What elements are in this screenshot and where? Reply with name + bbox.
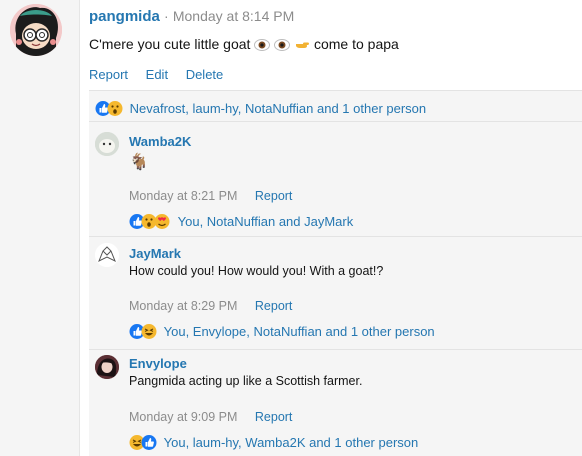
reply-meta: Monday at 9:09 PM Report xyxy=(129,410,292,424)
reply-item: Envylope Pangmida acting up like a Scott… xyxy=(89,349,582,456)
reply-meta: Monday at 8:21 PM Report xyxy=(129,189,292,203)
post-reactions[interactable]: Nevafrost, laum-hy, NotaNuffian and 1 ot… xyxy=(95,100,426,120)
avatar-image xyxy=(10,4,62,56)
report-link[interactable]: Report xyxy=(89,67,128,82)
separator-dot: · xyxy=(164,8,169,24)
post-text-end: come to papa xyxy=(313,36,399,52)
eye-emoji-icon xyxy=(254,38,271,55)
reply-text: How could you! How would you! With a goa… xyxy=(129,264,384,278)
report-link[interactable]: Report xyxy=(255,299,293,313)
reply-item: JayMark How could you! How would you! Wi… xyxy=(89,236,582,346)
reaction-icons xyxy=(95,100,125,120)
reply-timestamp[interactable]: Monday at 9:09 PM xyxy=(129,410,237,424)
reply-reactions[interactable]: You, Envylope, NotaNuffian and 1 other p… xyxy=(129,323,435,343)
reply-reactions[interactable]: You, NotaNuffian and JayMark xyxy=(129,213,353,233)
reaction-icons xyxy=(129,213,173,233)
reply-text: Pangmida acting up like a Scottish farme… xyxy=(129,374,363,388)
reply-author-link[interactable]: Wamba2K xyxy=(129,134,191,149)
post-actions: Report Edit Delete xyxy=(89,67,237,82)
reply-timestamp[interactable]: Monday at 8:29 PM xyxy=(129,299,237,313)
reply-timestamp[interactable]: Monday at 8:21 PM xyxy=(129,189,237,203)
reaction-summary[interactable]: Nevafrost, laum-hy, NotaNuffian and 1 ot… xyxy=(130,101,427,116)
post-text-start: C'mere you cute little goat xyxy=(89,36,255,52)
reply-author-link[interactable]: Envylope xyxy=(129,356,187,371)
avatar[interactable] xyxy=(10,4,62,56)
reply-author-link[interactable]: JayMark xyxy=(129,246,181,261)
reaction-summary[interactable]: You, laum-hy, Wamba2K and 1 other person xyxy=(164,435,419,450)
avatar[interactable] xyxy=(95,243,119,267)
post-message: C'mere you cute little goat come to papa xyxy=(89,36,399,55)
post-author-link[interactable]: pangmida xyxy=(89,8,160,25)
avatar-image xyxy=(95,132,119,156)
avatar-image xyxy=(95,355,119,379)
reply-meta: Monday at 8:29 PM Report xyxy=(129,299,292,313)
avatar-image xyxy=(95,243,119,267)
reaction-summary[interactable]: You, NotaNuffian and JayMark xyxy=(178,214,354,229)
reaction-summary[interactable]: You, Envylope, NotaNuffian and 1 other p… xyxy=(164,324,435,339)
goat-emoji-icon: 🐐 xyxy=(129,154,149,171)
report-link[interactable]: Report xyxy=(255,189,293,203)
reaction-icons xyxy=(129,323,159,343)
eye-emoji-icon xyxy=(274,38,291,55)
reaction-icons xyxy=(129,434,159,454)
replies-panel: Nevafrost, laum-hy, NotaNuffian and 1 ot… xyxy=(89,90,582,456)
edit-link[interactable]: Edit xyxy=(146,67,168,82)
report-link[interactable]: Report xyxy=(255,410,293,424)
pointing-hand-icon xyxy=(294,38,310,55)
post-timestamp[interactable]: Monday at 8:14 PM xyxy=(173,8,294,24)
avatar[interactable] xyxy=(95,355,119,379)
left-rail xyxy=(0,0,80,456)
avatar[interactable] xyxy=(95,132,119,156)
delete-link[interactable]: Delete xyxy=(186,67,224,82)
reply-reactions[interactable]: You, laum-hy, Wamba2K and 1 other person xyxy=(129,434,418,454)
post-header: pangmida · Monday at 8:14 PM xyxy=(89,8,294,25)
reply-item: Wamba2K 🐐 Monday at 8:21 PM Report You, … xyxy=(89,121,582,231)
